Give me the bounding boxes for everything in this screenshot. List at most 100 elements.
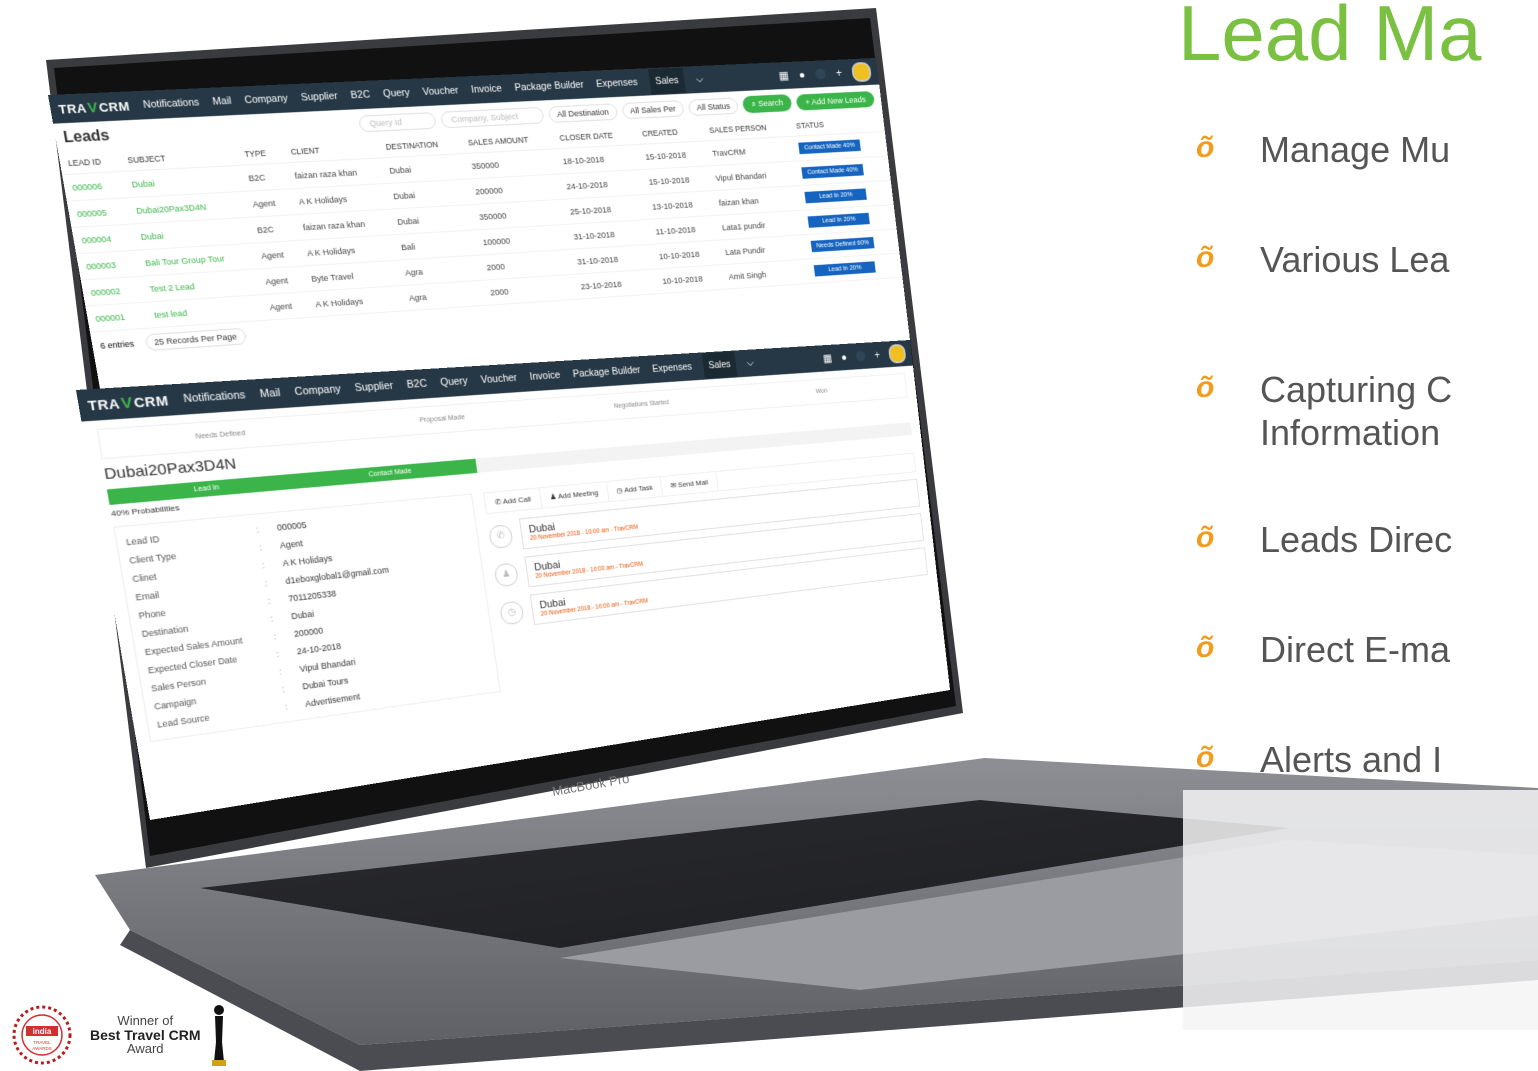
nav-supplier[interactable]: Supplier: [300, 91, 338, 104]
info-value: A K Holidays: [281, 553, 333, 569]
column-header[interactable]: TYPE: [235, 141, 285, 166]
nav-invoice[interactable]: Invoice: [529, 370, 561, 383]
lead-id-cell[interactable]: 000006: [62, 171, 127, 202]
nav-b2c[interactable]: B2C: [406, 378, 428, 391]
mic-icon[interactable]: ●: [841, 351, 848, 364]
entries-count: 6 entries: [99, 339, 135, 351]
separator: :: [272, 631, 277, 642]
page-title: Leads: [62, 127, 111, 146]
bullet-icon: õ: [1196, 371, 1215, 404]
nav-voucher[interactable]: Voucher: [480, 372, 518, 386]
info-value: 200000: [293, 625, 324, 639]
query-id-input[interactable]: Query Id: [357, 111, 437, 132]
nav-expenses[interactable]: Expenses: [596, 77, 639, 90]
bullet-item: õ Alerts and I: [1196, 738, 1442, 781]
bullet-icon: õ: [1196, 131, 1215, 164]
bullet-icon: õ: [1196, 631, 1215, 664]
status-badge[interactable]: Lead In 20%: [807, 212, 870, 228]
nav-notifications[interactable]: Notifications: [183, 389, 247, 405]
app-logo[interactable]: TRA V CRM: [86, 391, 170, 414]
status-badge[interactable]: Lead In 20%: [804, 188, 867, 204]
lead-id-cell[interactable]: 000002: [80, 276, 145, 307]
created-cell: 15-10-2018: [636, 140, 707, 170]
lead-info-panel: Lead ID:000005 Client Type: Agent Clinet: A …: [113, 493, 501, 743]
status-badge[interactable]: Contact Made 40%: [801, 163, 864, 179]
bullet-item: õ Direct E-ma: [1196, 628, 1450, 671]
nav-company[interactable]: Company: [244, 93, 289, 106]
type-cell: B2C: [247, 214, 298, 244]
chevron-down-icon[interactable]: ⌵: [746, 357, 754, 369]
india-travel-awards-seal: india TRAVEL AWARDS: [12, 1005, 72, 1065]
svg-text:AWARDS: AWARDS: [32, 1046, 51, 1051]
nav-package-builder[interactable]: Package Builder: [514, 79, 585, 93]
chevron-down-icon[interactable]: ⌵: [695, 73, 704, 85]
type-cell: Agent: [259, 291, 310, 321]
user-avatar[interactable]: [887, 343, 907, 364]
bullet-icon: õ: [1196, 741, 1215, 774]
calendar-icon[interactable]: ▦: [778, 69, 789, 82]
info-value: Agent: [279, 538, 304, 551]
created-cell: 15-10-2018: [640, 165, 711, 195]
nav-mail[interactable]: Mail: [259, 387, 281, 400]
status-badge[interactable]: Lead In 20%: [813, 261, 876, 277]
send-mail-tab[interactable]: ✉ Send Mail: [660, 471, 719, 496]
separator: :: [261, 560, 266, 571]
notification-badge[interactable]: [855, 350, 866, 362]
clock-icon: ◷: [499, 600, 525, 625]
bullet-icon: õ: [1196, 521, 1215, 554]
add-new-leads-button[interactable]: + Add New Leads: [795, 90, 876, 111]
bullet-text: Direct E-ma: [1260, 629, 1451, 670]
add-call-tab[interactable]: ✆ Add Call: [484, 488, 543, 514]
nav-sales[interactable]: Sales: [701, 351, 738, 379]
company-subject-input[interactable]: Company, Subject: [439, 106, 545, 128]
bullet-item: õ Manage Mu: [1196, 128, 1450, 171]
nav-b2c[interactable]: B2C: [350, 89, 371, 101]
lead-id-cell[interactable]: 000001: [85, 302, 149, 333]
add-task-tab[interactable]: ◷ Add Task: [606, 477, 664, 502]
svg-text:india: india: [33, 1027, 52, 1036]
destination-select[interactable]: All Destination: [547, 102, 618, 123]
separator: :: [266, 595, 271, 607]
nav-mail[interactable]: Mail: [212, 95, 232, 107]
lead-id-cell[interactable]: 000005: [66, 197, 131, 228]
bullet-item: õ Leads Direc: [1196, 518, 1452, 561]
nav-invoice[interactable]: Invoice: [471, 83, 503, 95]
nav-notifications[interactable]: Notifications: [142, 97, 200, 111]
award-line-2: Best Travel CRM: [90, 1026, 201, 1043]
award-line-1: Winner of: [117, 1013, 174, 1029]
plus-icon[interactable]: +: [874, 349, 881, 361]
add-meeting-tab[interactable]: ♟ Add Meeting: [539, 482, 610, 508]
status-select[interactable]: All Status: [687, 97, 739, 116]
nav-company[interactable]: Company: [294, 383, 342, 398]
calendar-icon[interactable]: ▦: [822, 352, 832, 365]
bullet-text: Leads Direc: [1260, 519, 1453, 560]
notification-badge[interactable]: [814, 68, 827, 80]
sales-person-select[interactable]: All Sales Per: [620, 99, 685, 119]
mic-icon[interactable]: ●: [798, 68, 806, 81]
trophy-icon: [212, 1005, 227, 1066]
app-logo[interactable]: TRA V CRM: [57, 98, 131, 117]
plus-icon[interactable]: +: [835, 67, 843, 80]
nav-query[interactable]: Query: [382, 87, 410, 99]
svg-text:TRAVEL: TRAVEL: [33, 1040, 51, 1045]
nav-expenses[interactable]: Expenses: [652, 361, 693, 374]
records-per-page-select[interactable]: 25 Records Per Page: [144, 327, 247, 352]
nav-query[interactable]: Query: [440, 375, 469, 388]
search-button[interactable]: ⌕ Search: [741, 94, 793, 114]
bullet-text: Various Lea: [1260, 239, 1450, 280]
status-badge[interactable]: Contact Made 40%: [798, 139, 861, 155]
activity-panel: ✆ Add Call ♟ Add Meeting ◷ Add Task ✉ Se…: [483, 452, 934, 690]
nav-sales[interactable]: Sales: [648, 67, 686, 95]
status-badge[interactable]: Needs Defined 60%: [810, 236, 875, 253]
separator: :: [264, 578, 269, 589]
type-cell: Agent: [255, 266, 306, 295]
lead-id-cell[interactable]: 000003: [76, 250, 140, 280]
bullet-item: õ Capturing C Information: [1196, 368, 1452, 454]
user-avatar[interactable]: [850, 61, 873, 83]
lead-id-cell[interactable]: 000004: [71, 224, 136, 254]
bullet-text-multiline: Capturing C Information: [1260, 369, 1453, 454]
nav-voucher[interactable]: Voucher: [422, 85, 459, 98]
nav-package-builder[interactable]: Package Builder: [572, 365, 641, 380]
nav-supplier[interactable]: Supplier: [354, 380, 394, 394]
phone-icon: ✆: [487, 523, 514, 549]
